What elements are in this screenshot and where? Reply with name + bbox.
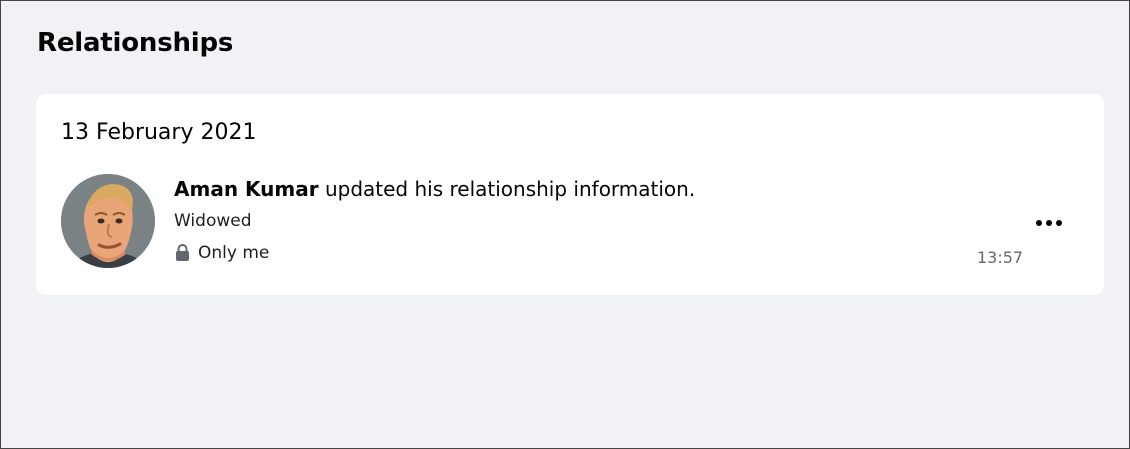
privacy-label: Only me	[198, 243, 270, 263]
avatar[interactable]	[61, 174, 155, 268]
relationship-status: Widowed	[174, 211, 252, 231]
relationships-page: Relationships 13 February 2021 Aman Kuma…	[0, 0, 1130, 449]
privacy-setting[interactable]: Only me	[175, 243, 269, 263]
more-options-button[interactable]	[1030, 208, 1068, 238]
lock-icon	[176, 244, 189, 261]
avatar-image	[61, 174, 155, 268]
more-horizontal-icon	[1036, 220, 1062, 226]
activity-description: Aman Kumar updated his relationship info…	[174, 177, 695, 201]
activity-card: 13 February 2021 Aman Kumar updated his …	[36, 94, 1104, 295]
activity-time: 13:57	[977, 248, 1024, 267]
page-title: Relationships	[37, 28, 234, 58]
activity-date: 13 February 2021	[61, 120, 257, 145]
activity-action: updated his relationship information.	[318, 177, 696, 201]
actor-name[interactable]: Aman Kumar	[174, 177, 319, 201]
